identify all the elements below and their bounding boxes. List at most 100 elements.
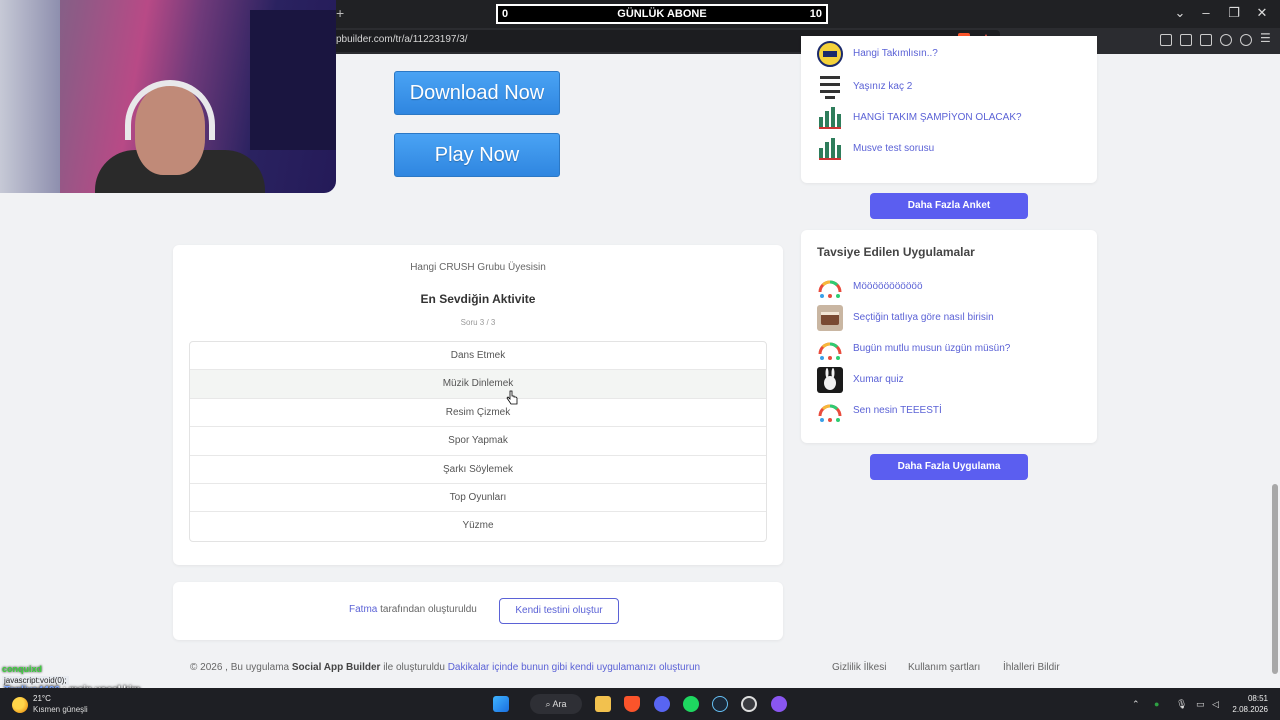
webcam-curtain (0, 0, 60, 193)
taskbar-search[interactable]: ⌕ Ara (530, 694, 582, 714)
answer-options: Dans Etmek Müzik Dinlemek Resim Çizmek S… (189, 341, 767, 542)
app-item[interactable]: Seçtiğin tatlıya göre nasıl birisin (817, 305, 1087, 331)
footer-create-link[interactable]: Dakikalar içinde bunun gibi kendi uygula… (448, 662, 700, 673)
author-line: Fatma tarafından oluşturuldu (349, 604, 477, 615)
more-apps-button[interactable]: Daha Fazla Uygulama (870, 454, 1028, 480)
poll-label: Musve test sorusu (853, 143, 935, 154)
quiz-app-title: Hangi CRUSH Grubu Üyesisin (410, 262, 546, 273)
sidebar-icon[interactable] (1180, 34, 1192, 46)
answer-option[interactable]: Top Oyunları (190, 484, 766, 513)
app-label: Bugün mutlu musun üzgün müsün? (853, 343, 1011, 354)
new-tab-button[interactable]: + (336, 5, 344, 21)
app-label: Seçtiğin tatlıya göre nasıl birisin (853, 312, 994, 323)
poll-item[interactable]: HANGİ TAKIM ŞAMPİYON OLACAK? (817, 105, 1087, 131)
daily-subscriber-counter: 0 GÜNLÜK ABONE 10 (496, 4, 828, 24)
app-launcher-icon[interactable] (771, 696, 787, 712)
close-window-icon[interactable]: ✕ (1252, 5, 1272, 21)
hand-cursor-icon (506, 390, 518, 405)
rabbit-thumbnail-icon (817, 367, 843, 393)
create-your-test-button[interactable]: Kendi testini oluştur (499, 598, 619, 624)
app-item[interactable]: Mööööööööööö (817, 274, 1087, 300)
tray-chevron-icon[interactable]: ⌃ (1132, 699, 1140, 710)
recommended-apps-title: Tavsiye Edilen Uygulamalar (817, 245, 975, 259)
answer-option[interactable]: Müzik Dinlemek (190, 370, 766, 399)
weather-sun-icon[interactable] (12, 697, 28, 713)
download-now-button[interactable]: Download Now (394, 71, 560, 115)
play-now-button[interactable]: Play Now (394, 133, 560, 177)
report-link[interactable]: İhlalleri Bildir (1003, 662, 1060, 673)
answer-option[interactable]: Yüzme (190, 512, 766, 540)
answer-option[interactable]: Dans Etmek (190, 342, 766, 371)
clock-time[interactable]: 08:51 (1248, 694, 1268, 703)
status-bar-link: javascript:void(0); (2, 676, 69, 685)
menu-icon[interactable]: ☰ (1260, 31, 1272, 45)
answer-option[interactable]: Resim Çizmek (190, 399, 766, 428)
url-text: pbuilder.com/tr/a/11223197/3/ (336, 34, 468, 45)
quiz-card: Hangi CRUSH Grubu Üyesisin En Sevdiğin A… (173, 245, 783, 565)
author-card: Fatma tarafından oluşturuldu Kendi testi… (173, 582, 783, 640)
answer-option[interactable]: Spor Yapmak (190, 427, 766, 456)
weather-description: Kısmen güneşli (33, 705, 88, 714)
polls-card: Hangi Takımlısın..? Yaşınız kaç 2 HANGİ … (801, 36, 1097, 183)
gauge-icon (818, 404, 842, 422)
webcam-headset (125, 80, 215, 140)
poll-item[interactable]: Hangi Takımlısın..? (817, 41, 1087, 67)
taskbar: 21°C Kısmen güneşli ⌕ Ara ⌃ ● 🎙 ▭ ◁ 08:5… (0, 688, 1280, 720)
recommended-apps-card: Tavsiye Edilen Uygulamalar Mööööööööööö … (801, 230, 1097, 443)
webcam-window (250, 10, 336, 150)
steam-icon[interactable] (712, 696, 728, 712)
bar-chart-icon (819, 138, 841, 160)
counter-title: GÜNLÜK ABONE (617, 8, 707, 20)
question-progress: Soru 3 / 3 (460, 318, 496, 327)
privacy-link[interactable]: Gizlilik İlkesi (832, 662, 886, 673)
app-label: Mööööööööööö (853, 281, 923, 292)
file-explorer-icon[interactable] (595, 696, 611, 712)
obs-icon[interactable] (741, 696, 757, 712)
scrollbar-thumb[interactable] (1272, 484, 1278, 674)
answer-option[interactable]: Şarkı Söylemek (190, 456, 766, 484)
webcam-overlay (0, 0, 336, 193)
footer-middle: ile oluşturuldu (383, 662, 445, 673)
author-suffix: tarafından oluşturuldu (380, 604, 477, 615)
clock-date[interactable]: 2.08.2026 (1232, 705, 1268, 714)
gauge-icon (818, 342, 842, 360)
poll-label: HANGİ TAKIM ŞAMPİYON OLACAK? (853, 112, 1022, 123)
page-scrollbar[interactable] (1270, 54, 1280, 688)
wallet-icon[interactable] (1200, 34, 1212, 46)
discord-icon[interactable] (654, 696, 670, 712)
app-label: Xumar quiz (853, 374, 904, 385)
gauge-icon (818, 280, 842, 298)
poll-label: Yaşınız kaç 2 (853, 81, 913, 92)
windows-start-icon[interactable] (493, 696, 509, 712)
minimize-icon[interactable]: – (1196, 5, 1216, 20)
poll-item[interactable]: Yaşınız kaç 2 (817, 74, 1087, 100)
bar-chart-icon (819, 107, 841, 129)
vpn-icon[interactable] (1240, 34, 1252, 46)
chat-overlay-line1: conquixd (2, 664, 42, 674)
taskbar-search-label: Ara (552, 699, 567, 709)
poll-item[interactable]: Musve test sorusu (817, 136, 1087, 162)
network-icon[interactable]: ▭ (1196, 699, 1205, 710)
more-polls-button[interactable]: Daha Fazla Anket (870, 193, 1028, 219)
terms-link[interactable]: Kullanım şartları (908, 662, 980, 673)
footer-prefix: © 2026 , Bu uygulama (190, 662, 290, 673)
brave-browser-icon[interactable] (624, 696, 640, 712)
spotify-icon[interactable] (683, 696, 699, 712)
counter-goal: 10 (809, 8, 822, 20)
tab-list-icon[interactable]: ⌄ (1170, 5, 1190, 21)
cake-thumbnail-icon (817, 305, 843, 331)
microphone-icon[interactable]: 🎙 (1176, 699, 1187, 710)
app-item[interactable]: Sen nesin TEEESTİ (817, 398, 1087, 424)
leo-ai-icon[interactable] (1220, 34, 1232, 46)
footer-brand[interactable]: Social App Builder (292, 662, 381, 673)
volume-icon[interactable]: ◁ (1212, 699, 1219, 710)
app-item[interactable]: Bugün mutlu musun üzgün müsün? (817, 336, 1087, 362)
fenerbahce-logo-icon (817, 41, 843, 67)
app-item[interactable]: Xumar quiz (817, 367, 1087, 393)
numbers-icon (820, 76, 840, 99)
author-name-link[interactable]: Fatma (349, 604, 377, 615)
tray-status-icon[interactable]: ● (1154, 699, 1159, 709)
maximize-icon[interactable]: ❐ (1224, 5, 1244, 21)
app-label: Sen nesin TEEESTİ (853, 405, 942, 416)
extensions-icon[interactable] (1160, 34, 1172, 46)
